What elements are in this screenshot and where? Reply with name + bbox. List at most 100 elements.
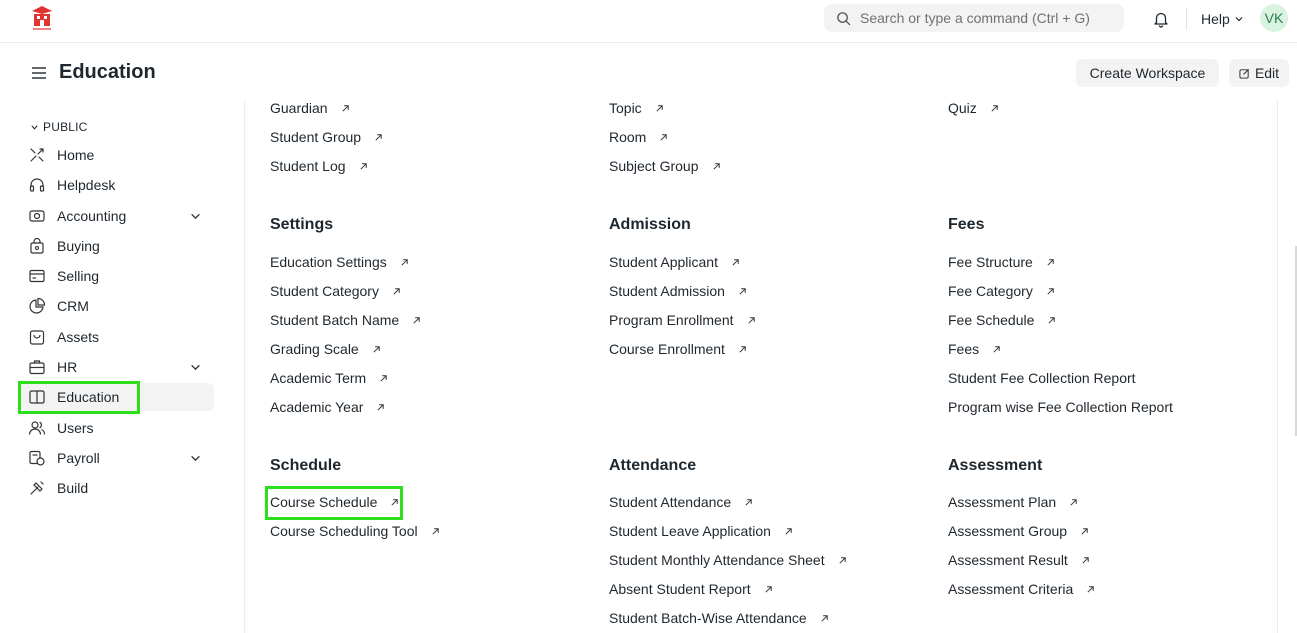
sidebar-item-home[interactable]: Home xyxy=(20,141,214,169)
card-title-settings: Settings xyxy=(270,216,334,233)
link-academic-term[interactable]: Academic Term xyxy=(270,370,388,386)
sidebar-item-selling[interactable]: Selling xyxy=(20,262,214,290)
search-bar[interactable] xyxy=(824,4,1124,32)
arrow-up-right-icon xyxy=(342,104,349,112)
link-course-enrollment[interactable]: Course Enrollment xyxy=(609,341,747,357)
sidebar-item-crm[interactable]: CRM xyxy=(20,292,214,320)
sidebar-item-buying[interactable]: Buying xyxy=(20,232,214,260)
chevron-down-icon[interactable] xyxy=(190,362,201,373)
arrow-up-right-icon xyxy=(401,258,408,266)
sidebar-item-label: Build xyxy=(57,480,89,496)
link-absent-student-report[interactable]: Absent Student Report xyxy=(609,581,773,597)
tools-icon xyxy=(28,479,46,497)
selling-icon xyxy=(28,267,46,285)
sidebar-item-assets[interactable]: Assets xyxy=(20,323,214,351)
link-assessment-plan[interactable]: Assessment Plan xyxy=(948,494,1078,510)
search-icon xyxy=(837,11,851,25)
sidebar: PUBLIC Home Helpdesk Accounting Buying S… xyxy=(0,100,245,633)
user-avatar[interactable]: VK xyxy=(1260,4,1288,32)
sidebar-item-label: Education xyxy=(57,389,120,405)
edit-button[interactable]: Edit xyxy=(1229,59,1289,87)
headset-icon xyxy=(28,176,46,194)
arrow-up-right-icon xyxy=(359,162,367,170)
search-input[interactable] xyxy=(860,10,1110,26)
arrow-up-right-icon xyxy=(1087,585,1094,593)
link-quiz[interactable]: Quiz xyxy=(948,100,999,116)
arrow-up-right-icon xyxy=(393,287,400,295)
link-student-leave-application[interactable]: Student Leave Application xyxy=(609,523,793,539)
link-fee-category[interactable]: Fee Category xyxy=(948,283,1055,299)
link-student-log[interactable]: Student Log xyxy=(270,158,368,174)
sidebar-item-hr[interactable]: HR xyxy=(20,353,214,381)
sidebar-item-build[interactable]: Build xyxy=(20,474,214,502)
card-title-attendance: Attendance xyxy=(609,457,697,474)
pencil-icon xyxy=(1239,68,1249,79)
link-assessment-criteria[interactable]: Assessment Criteria xyxy=(948,581,1095,597)
payroll-icon xyxy=(28,449,46,467)
arrow-up-right-icon xyxy=(413,316,420,324)
sidebar-section-public[interactable]: PUBLIC xyxy=(30,120,88,134)
home-icon xyxy=(28,146,46,164)
sidebar-item-label: Payroll xyxy=(57,450,100,466)
create-workspace-button[interactable]: Create Workspace xyxy=(1076,59,1219,87)
link-fee-schedule[interactable]: Fee Schedule xyxy=(948,312,1056,328)
link-student-category[interactable]: Student Category xyxy=(270,283,401,299)
link-subject-group[interactable]: Subject Group xyxy=(609,158,721,174)
sidebar-item-label: Buying xyxy=(57,238,100,254)
sidebar-toggle-icon[interactable] xyxy=(31,66,47,80)
arrow-up-right-icon xyxy=(991,104,998,112)
card-title-admission: Admission xyxy=(609,216,691,233)
arrow-up-right-icon xyxy=(993,345,1000,353)
link-student-group[interactable]: Student Group xyxy=(270,129,383,145)
arrow-up-right-icon xyxy=(712,162,720,170)
sidebar-item-label: Users xyxy=(57,420,94,436)
sidebar-item-accounting[interactable]: Accounting xyxy=(20,202,214,230)
link-student-monthly-attendance-sheet[interactable]: Student Monthly Attendance Sheet xyxy=(609,552,847,568)
link-topic[interactable]: Topic xyxy=(609,100,664,116)
link-student-admission[interactable]: Student Admission xyxy=(609,283,747,299)
sidebar-item-education[interactable]: Education xyxy=(20,383,214,411)
link-course-scheduling-tool[interactable]: Course Scheduling Tool xyxy=(270,523,440,539)
link-grading-scale[interactable]: Grading Scale xyxy=(270,341,381,357)
book-icon xyxy=(28,388,46,406)
sidebar-item-users[interactable]: Users xyxy=(20,414,214,442)
sidebar-item-helpdesk[interactable]: Helpdesk xyxy=(20,171,214,199)
link-assessment-result[interactable]: Assessment Result xyxy=(948,552,1090,568)
help-dropdown[interactable]: Help xyxy=(1201,11,1244,27)
arrow-up-right-icon xyxy=(656,104,663,112)
link-education-settings[interactable]: Education Settings xyxy=(270,254,409,270)
link-student-batch-name[interactable]: Student Batch Name xyxy=(270,312,421,328)
arrow-up-right-icon xyxy=(739,345,746,353)
link-fees[interactable]: Fees xyxy=(948,341,1001,357)
sidebar-item-label: Assets xyxy=(57,329,100,345)
link-student-fee-collection-report[interactable]: Student Fee Collection Report xyxy=(948,370,1136,386)
chevron-down-icon[interactable] xyxy=(190,211,201,222)
link-student-attendance[interactable]: Student Attendance xyxy=(609,494,753,510)
arrow-up-right-icon xyxy=(1082,556,1089,564)
link-program-enrollment[interactable]: Program Enrollment xyxy=(609,312,756,328)
arrow-up-right-icon xyxy=(1048,316,1056,324)
arrow-up-right-icon xyxy=(765,585,772,593)
chevron-down-icon[interactable] xyxy=(190,453,201,464)
link-student-applicant[interactable]: Student Applicant xyxy=(609,254,740,270)
notification-bell-icon[interactable] xyxy=(1152,10,1170,28)
link-academic-year[interactable]: Academic Year xyxy=(270,399,385,415)
sidebar-item-label: Accounting xyxy=(57,208,127,224)
link-guardian[interactable]: Guardian xyxy=(270,100,350,116)
app-logo[interactable] xyxy=(30,5,54,33)
sidebar-item-payroll[interactable]: Payroll xyxy=(20,444,214,472)
arrow-up-right-icon xyxy=(785,527,792,535)
link-student-batch-wise-attendance[interactable]: Student Batch-Wise Attendance xyxy=(609,610,829,626)
link-assessment-group[interactable]: Assessment Group xyxy=(948,523,1089,539)
chevron-down-icon xyxy=(31,124,38,130)
arrow-up-right-icon xyxy=(745,498,752,506)
navbar-divider xyxy=(1186,8,1187,30)
link-program-wise-fee-collection-report[interactable]: Program wise Fee Collection Report xyxy=(948,399,1173,415)
sidebar-item-label: HR xyxy=(57,359,78,375)
sidebar-item-label: Home xyxy=(57,147,95,163)
briefcase-icon xyxy=(28,358,46,376)
link-room[interactable]: Room xyxy=(609,129,668,145)
link-fee-structure[interactable]: Fee Structure xyxy=(948,254,1055,270)
arrow-up-right-icon xyxy=(1047,258,1054,266)
link-course-schedule[interactable]: Course Schedule xyxy=(270,494,399,510)
